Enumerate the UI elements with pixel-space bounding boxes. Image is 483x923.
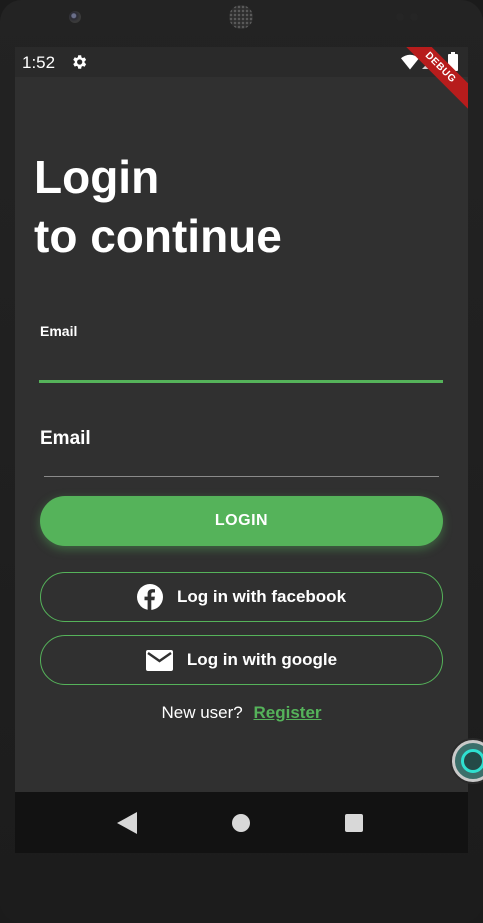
login-button[interactable]: LOGIN: [40, 496, 443, 546]
register-row: New user? Register: [15, 703, 468, 723]
new-user-prompt: New user?: [161, 703, 243, 722]
email-field-2-label: Email: [40, 428, 91, 449]
page-title-line2: to continue: [34, 210, 282, 262]
facebook-login-button[interactable]: Log in with facebook: [40, 572, 443, 622]
device-frame: 1:52 DEBUG Login to continue Email Email…: [0, 0, 483, 923]
status-bar: 1:52 DEBUG: [15, 47, 468, 117]
back-icon[interactable]: [117, 812, 137, 834]
front-camera: [69, 11, 81, 23]
gear-icon: [73, 55, 87, 69]
light-sensor: [410, 13, 418, 21]
register-link[interactable]: Register: [253, 703, 321, 722]
android-nav-bar: [15, 792, 468, 853]
app-screen: 1:52 DEBUG Login to continue Email Email…: [15, 47, 468, 853]
mail-icon: [145, 649, 173, 671]
email-field-label: Email: [40, 323, 78, 339]
facebook-login-label: Log in with facebook: [176, 587, 347, 606]
status-time: 1:52: [22, 53, 56, 72]
earpiece-speaker: [229, 5, 253, 29]
facebook-icon: [136, 584, 163, 610]
proximity-sensor: [396, 13, 404, 21]
assistant-ring-icon: [461, 749, 483, 773]
email-input-2[interactable]: [44, 452, 439, 477]
email-input[interactable]: [39, 343, 443, 383]
recent-apps-icon[interactable]: [345, 814, 363, 832]
home-icon[interactable]: [232, 814, 250, 832]
page-title-line1: Login: [34, 151, 160, 203]
google-login-button[interactable]: Log in with google: [40, 635, 443, 685]
google-login-label: Log in with google: [186, 650, 338, 669]
